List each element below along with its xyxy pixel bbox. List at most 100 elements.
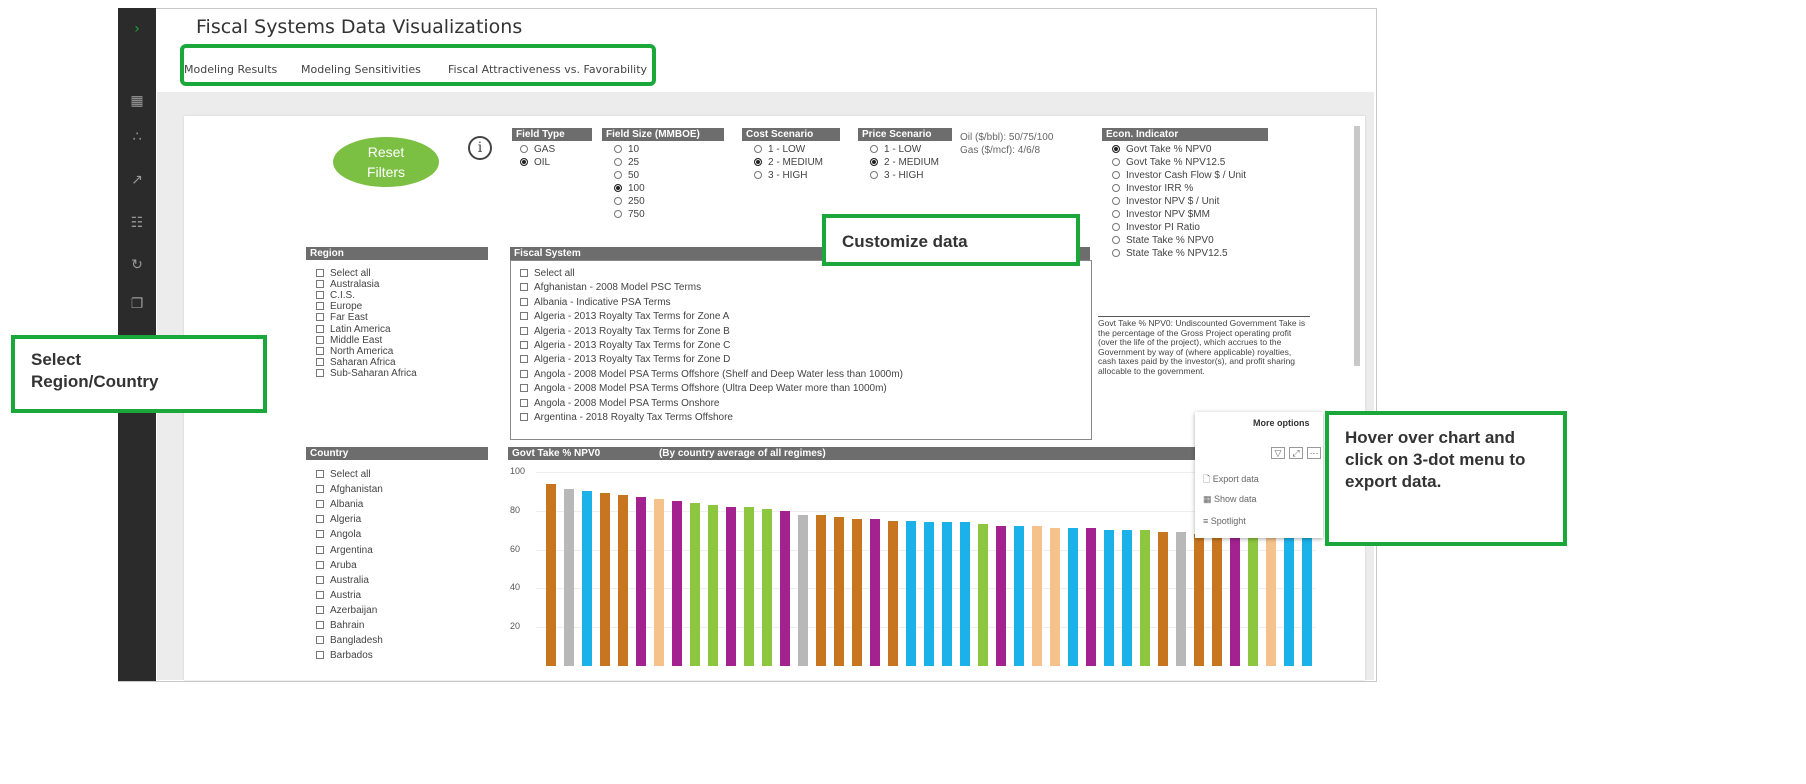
chart-bar[interactable] — [1050, 528, 1060, 666]
chart-bar[interactable] — [1266, 536, 1276, 666]
chart-bar[interactable] — [1104, 530, 1114, 666]
chart-bar[interactable] — [816, 514, 826, 666]
chart-bar[interactable] — [906, 520, 916, 666]
chart-bar[interactable] — [780, 510, 790, 666]
chart-bar[interactable] — [654, 499, 664, 666]
fiscal-system-item[interactable]: Albania - Indicative PSA Terms — [520, 297, 671, 309]
copy-icon[interactable]: ❐ — [128, 295, 146, 313]
chart-bar[interactable] — [996, 526, 1006, 666]
chart-bar[interactable] — [798, 514, 808, 666]
econ-indicator-option[interactable]: State Take % NPV0 — [1112, 235, 1214, 247]
country-item[interactable]: Australia — [316, 575, 369, 587]
country-item[interactable]: Austria — [316, 590, 361, 602]
show-data-item[interactable]: ▦ Show data — [1203, 494, 1257, 505]
chart-bar[interactable] — [924, 522, 934, 666]
reset-filters-button[interactable]: Reset Filters — [333, 137, 439, 187]
fiscal-system-item[interactable]: Algeria - 2013 Royalty Tax Terms for Zon… — [520, 340, 730, 352]
tab-fiscal-attractiveness[interactable]: Fiscal Attractiveness vs. Favorability — [448, 63, 647, 76]
field-size-option[interactable]: 25 — [614, 157, 639, 169]
chart-bar[interactable] — [1284, 537, 1294, 666]
chart-bar[interactable] — [978, 524, 988, 666]
econ-indicator-option[interactable]: Investor NPV $ / Unit — [1112, 196, 1219, 208]
fiscal-system-item[interactable]: Angola - 2008 Model PSA Terms Onshore — [520, 398, 719, 410]
price-scenario-option[interactable]: 2 - MEDIUM — [870, 157, 939, 169]
country-item[interactable]: Barbados — [316, 650, 373, 662]
chevron-right-icon[interactable]: › — [128, 20, 146, 38]
econ-indicator-option[interactable]: Investor IRR % — [1112, 183, 1193, 195]
filter-icon[interactable]: ▽ — [1271, 447, 1285, 459]
tab-modeling-sensitivities[interactable]: Modeling Sensitivities — [301, 63, 421, 76]
country-item[interactable]: Albania — [316, 499, 363, 511]
chart-bar[interactable] — [564, 489, 574, 666]
chart-bar[interactable] — [870, 518, 880, 666]
country-item[interactable]: Afghanistan — [316, 484, 383, 496]
chart-bar[interactable] — [726, 506, 736, 666]
price-scenario-option[interactable]: 1 - LOW — [870, 144, 921, 156]
chart-bar[interactable] — [1086, 528, 1096, 666]
fiscal-system-item[interactable]: Angola - 2008 Model PSA Terms Offshore (… — [520, 369, 903, 381]
country-item[interactable]: Aruba — [316, 560, 357, 572]
country-item[interactable]: Azerbaijan — [316, 605, 377, 617]
chart-bar[interactable] — [852, 518, 862, 666]
chart-bar[interactable] — [618, 495, 628, 666]
field-type-option[interactable]: OIL — [520, 157, 550, 169]
field-size-option[interactable]: 50 — [614, 170, 639, 182]
field-size-option[interactable]: 750 — [614, 209, 645, 221]
chart-bar[interactable] — [1230, 536, 1240, 666]
chart-bar[interactable] — [708, 504, 718, 666]
chart-bar[interactable] — [762, 508, 772, 666]
country-item[interactable]: Bahrain — [316, 620, 364, 632]
fiscal-system-item[interactable]: Algeria - 2013 Royalty Tax Terms for Zon… — [520, 311, 729, 323]
fiscal-system-item[interactable]: Select all — [520, 268, 575, 280]
chart-bar[interactable] — [1158, 532, 1168, 666]
line-chart-icon[interactable]: ↗ — [128, 171, 146, 189]
refresh-icon[interactable]: ↻ — [128, 256, 146, 274]
fiscal-system-item[interactable]: Angola - 2008 Model PSA Terms Offshore (… — [520, 383, 887, 395]
spotlight-item[interactable]: ≡ Spotlight — [1203, 516, 1246, 526]
scatter-icon[interactable]: ∴ — [128, 128, 146, 146]
tab-modeling-results[interactable]: Modeling Results — [184, 63, 277, 76]
field-size-option[interactable]: 250 — [614, 196, 645, 208]
chart-bar[interactable] — [1194, 534, 1204, 666]
cost-scenario-option[interactable]: 3 - HIGH — [754, 170, 807, 182]
more-options-icon[interactable]: ⋯ — [1307, 447, 1321, 459]
chart-bar[interactable] — [1068, 528, 1078, 666]
chart-bar[interactable] — [690, 503, 700, 666]
chart-bar[interactable] — [1302, 537, 1312, 666]
field-size-option[interactable]: 10 — [614, 144, 639, 156]
grid-icon[interactable]: ▦ — [128, 92, 146, 110]
chart-bar[interactable] — [672, 501, 682, 666]
chart-bar[interactable] — [1014, 526, 1024, 666]
field-size-option[interactable]: 100 — [614, 183, 645, 195]
chart-bar[interactable] — [888, 520, 898, 666]
fiscal-system-item[interactable]: Afghanistan - 2008 Model PSC Terms — [520, 282, 701, 294]
econ-indicator-option[interactable]: Govt Take % NPV12.5 — [1112, 157, 1225, 169]
chart-bar[interactable] — [942, 522, 952, 666]
chart-bar[interactable] — [960, 522, 970, 666]
country-item[interactable]: Argentina — [316, 545, 373, 557]
chart-bar[interactable] — [1248, 536, 1258, 666]
export-data-item[interactable]: 🗋 Export data — [1203, 472, 1259, 488]
cost-scenario-option[interactable]: 1 - LOW — [754, 144, 805, 156]
chart-bar[interactable] — [834, 516, 844, 666]
page-scrollbar[interactable] — [1354, 126, 1360, 366]
fiscal-system-item[interactable]: Algeria - 2013 Royalty Tax Terms for Zon… — [520, 354, 730, 366]
econ-indicator-option[interactable]: State Take % NPV12.5 — [1112, 248, 1228, 260]
chart-bar[interactable] — [1122, 530, 1132, 666]
chart-bar[interactable] — [1212, 534, 1222, 666]
field-type-option[interactable]: GAS — [520, 144, 555, 156]
country-item[interactable]: Algeria — [316, 514, 361, 526]
cost-scenario-option[interactable]: 2 - MEDIUM — [754, 157, 823, 169]
econ-indicator-option[interactable]: Govt Take % NPV0 — [1112, 144, 1211, 156]
fiscal-system-item[interactable]: Argentina - 2018 Royalty Tax Terms Offsh… — [520, 412, 733, 424]
chart-bar[interactable] — [582, 491, 592, 666]
country-item[interactable]: Select all — [316, 469, 371, 481]
chart-bar[interactable] — [636, 497, 646, 666]
econ-indicator-option[interactable]: Investor PI Ratio — [1112, 222, 1200, 234]
price-scenario-option[interactable]: 3 - HIGH — [870, 170, 923, 182]
econ-indicator-option[interactable]: Investor NPV $MM — [1112, 209, 1210, 221]
region-item[interactable]: Sub-Saharan Africa — [316, 368, 417, 380]
info-icon[interactable]: i — [468, 136, 492, 160]
chart-bar[interactable] — [600, 493, 610, 666]
table-icon[interactable]: ☷ — [128, 214, 146, 232]
